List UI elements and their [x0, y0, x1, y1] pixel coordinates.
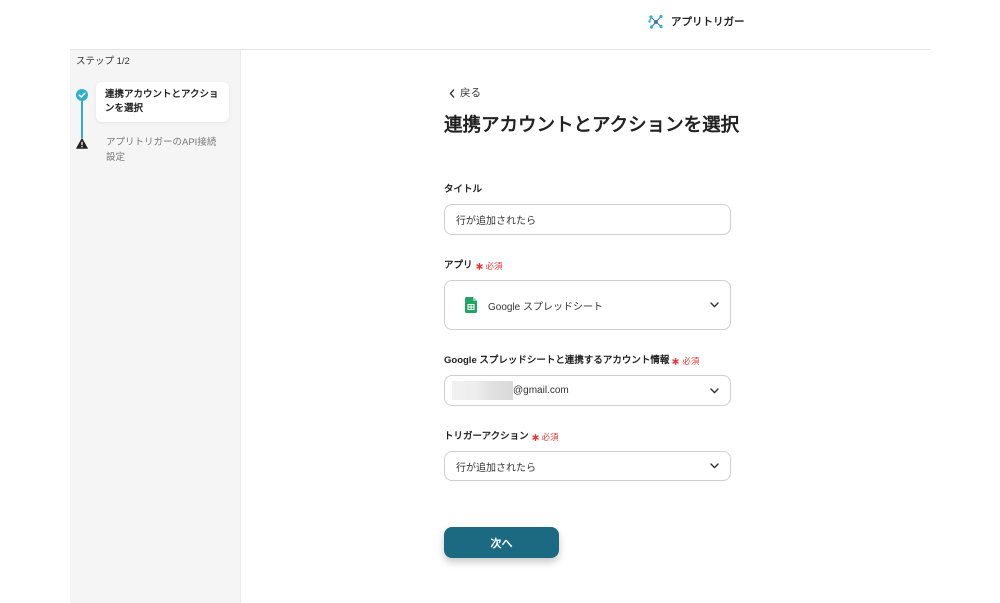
required-asterisk-icon	[531, 433, 539, 441]
back-link[interactable]: 戻る	[449, 86, 481, 100]
warning-icon	[76, 138, 88, 149]
chevron-down-icon	[710, 302, 719, 308]
required-label: 必須	[485, 261, 503, 271]
required-indicator: 必須	[672, 354, 699, 368]
chevron-down-icon	[710, 463, 719, 469]
sidebar-step-2: アプリトリガーのAPI接続設定	[106, 135, 231, 165]
title-field-label-text: タイトル	[444, 184, 483, 195]
brand: アプリトリガー	[648, 14, 745, 30]
required-label: 必須	[541, 432, 559, 442]
required-asterisk-icon	[672, 357, 680, 365]
title-field-label: タイトル	[444, 183, 482, 197]
chevron-down-icon	[710, 387, 719, 394]
redacted-email-username	[452, 381, 513, 400]
required-indicator: 必須	[531, 430, 559, 444]
trigger-action-select[interactable]: 行が追加されたら	[444, 451, 731, 481]
app-trigger-logo-icon	[648, 14, 664, 30]
main-content: 戻る 連携アカウントとアクションを選択 タイトル アプリ	[241, 50, 930, 603]
check-circle-icon	[76, 89, 88, 101]
title-input[interactable]	[444, 204, 731, 235]
trigger-action-field-label-text: トリガーアクション	[444, 431, 529, 442]
step-label: アプリトリガーのAPI接続設定	[106, 137, 217, 163]
step-label: 連携アカウントとアクションを選択	[105, 89, 219, 114]
top-header: アプリトリガー	[70, 0, 930, 50]
step-sidebar: ステップ 1/2 連携アカウントとアクションを選択 アプリトリガーのAPI接続設…	[70, 50, 241, 603]
step-counter: ステップ 1/2	[76, 56, 130, 67]
required-asterisk-icon	[475, 262, 483, 270]
account-field-label: Google スプレッドシートと連携するアカウント情報 必須	[444, 354, 699, 368]
app-select[interactable]: Google スプレッドシート	[444, 280, 731, 330]
google-sheets-icon	[465, 297, 477, 313]
sidebar-step-1[interactable]: 連携アカウントとアクションを選択	[96, 82, 229, 122]
app-select-value: Google スプレッドシート	[488, 301, 604, 313]
page-title: 連携アカウントとアクションを選択	[444, 114, 740, 135]
next-button[interactable]: 次へ	[444, 527, 559, 558]
account-field-label-text: Google スプレッドシートと連携するアカウント情報	[444, 355, 670, 366]
chevron-left-icon	[449, 88, 455, 98]
app-field-label-text: アプリ	[444, 260, 473, 271]
trigger-action-field-label: トリガーアクション 必須	[444, 430, 559, 444]
step-connector-line	[81, 101, 83, 138]
required-label: 必須	[682, 356, 700, 366]
back-link-label: 戻る	[460, 87, 481, 99]
account-select[interactable]: @gmail.com	[444, 375, 731, 406]
trigger-action-select-value: 行が追加されたら	[456, 462, 536, 474]
required-indicator: 必須	[475, 259, 503, 273]
account-select-value: @gmail.com	[513, 385, 569, 396]
app-page: アプリトリガー ステップ 1/2 連携アカウントとアクションを選択 アプリトリガ…	[0, 0, 1000, 603]
header-app-name: アプリトリガー	[671, 16, 745, 28]
app-field-label: アプリ 必須	[444, 259, 503, 273]
